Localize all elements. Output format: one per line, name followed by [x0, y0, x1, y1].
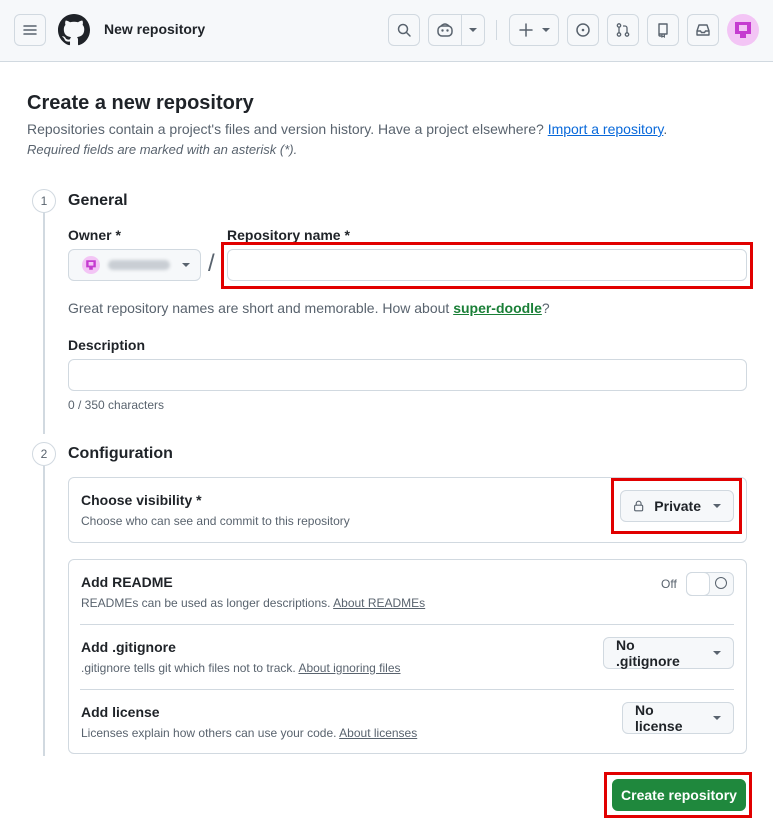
step-number-configuration: 2	[32, 442, 56, 466]
chevron-down-icon	[713, 651, 721, 655]
repository-name-label: Repository name *	[227, 227, 350, 243]
license-value: No license	[635, 702, 683, 734]
search-icon	[397, 23, 411, 37]
name-hint-suffix: ?	[541, 300, 550, 316]
description-char-count: 0 / 350 characters	[68, 398, 165, 412]
license-select[interactable]: No license	[622, 702, 734, 734]
description-label: Description	[68, 337, 146, 353]
gitignore-title: Add .gitignore	[81, 639, 176, 655]
visibility-desc: Choose who can see and commit to this re…	[81, 514, 350, 528]
top-bar: New repository	[0, 0, 773, 62]
copilot-dropdown-icon[interactable]	[462, 28, 484, 32]
visibility-title: Choose visibility *	[81, 492, 202, 508]
repo-icon	[658, 23, 668, 38]
issue-icon	[576, 23, 590, 37]
options-divider	[80, 624, 734, 625]
header-title: New repository	[104, 21, 206, 37]
plus-icon	[519, 23, 533, 37]
step-rail-general	[43, 212, 45, 434]
required-fields-note: Required fields are marked with an aster…	[27, 142, 298, 157]
lock-icon	[634, 500, 644, 512]
pull-request-icon	[616, 23, 630, 37]
name-hint-prefix: Great repository names are short and mem…	[68, 300, 454, 316]
gitignore-select[interactable]: No .gitignore	[603, 637, 734, 669]
visibility-value: Private	[654, 498, 701, 514]
readme-toggle[interactable]	[686, 572, 734, 596]
description-input[interactable]	[68, 359, 747, 391]
readme-desc-text: READMEs can be used as longer descriptio…	[81, 596, 334, 610]
gitignore-value: No .gitignore	[616, 637, 680, 669]
page-title: Create a new repository	[27, 92, 254, 114]
hamburger-icon	[23, 25, 37, 35]
create-new-button[interactable]	[509, 14, 559, 46]
about-ignoring-files-link[interactable]: About ignoring files	[298, 661, 400, 675]
menu-button[interactable]	[14, 14, 46, 46]
about-licenses-link[interactable]: About licenses	[339, 726, 417, 740]
readme-toggle-state: Off	[661, 577, 677, 591]
visibility-select[interactable]: Private	[620, 490, 734, 522]
owner-name-blurred	[108, 260, 170, 270]
header-divider	[496, 20, 497, 40]
repository-name-input[interactable]	[227, 249, 747, 281]
gitignore-desc: .gitignore tells git which files not to …	[81, 661, 401, 675]
license-desc: Licenses explain how others can use your…	[81, 726, 417, 740]
options-divider	[80, 689, 734, 690]
avatar-identicon	[735, 22, 751, 38]
page-intro: Repositories contain a project's files a…	[27, 121, 667, 137]
chevron-down-icon	[182, 263, 190, 267]
license-title: Add license	[81, 704, 160, 720]
about-readmes-link[interactable]: About READMEs	[333, 596, 425, 610]
import-repository-link[interactable]: Import a repository	[548, 121, 664, 137]
owner-avatar	[82, 256, 100, 274]
chevron-down-icon	[542, 28, 550, 32]
repository-name-hint: Great repository names are short and mem…	[68, 300, 550, 316]
github-logo-icon[interactable]	[58, 14, 90, 46]
owner-select[interactable]	[68, 249, 201, 281]
copilot-icon	[437, 23, 453, 37]
intro-end: .	[663, 121, 668, 137]
create-repository-button[interactable]: Create repository	[612, 779, 746, 811]
owner-label: Owner *	[68, 227, 121, 243]
avatar-identicon	[86, 260, 96, 270]
gitignore-desc-text: .gitignore tells git which files not to …	[81, 661, 299, 675]
chevron-down-icon	[713, 504, 721, 508]
inbox-icon	[696, 24, 710, 36]
owner-repo-separator: /	[208, 250, 215, 277]
intro-text: Repositories contain a project's files a…	[27, 121, 548, 137]
readme-title: Add README	[81, 574, 173, 590]
step-rail-configuration	[43, 466, 45, 756]
repositories-button[interactable]	[647, 14, 679, 46]
step-number-general: 1	[32, 189, 56, 213]
toggle-off-icon	[715, 577, 727, 589]
inbox-button[interactable]	[687, 14, 719, 46]
section-title-configuration: Configuration	[68, 445, 173, 462]
avatar[interactable]	[727, 14, 759, 46]
issues-button[interactable]	[567, 14, 599, 46]
readme-desc: READMEs can be used as longer descriptio…	[81, 596, 425, 610]
pull-requests-button[interactable]	[607, 14, 639, 46]
chevron-down-icon	[713, 716, 721, 720]
toggle-knob	[686, 572, 710, 596]
copilot-button[interactable]	[428, 14, 485, 46]
name-suggestion-link[interactable]: super-doodle	[453, 300, 542, 316]
search-button[interactable]	[388, 14, 420, 46]
section-title-general: General	[68, 192, 128, 209]
license-desc-text: Licenses explain how others can use your…	[81, 726, 340, 740]
